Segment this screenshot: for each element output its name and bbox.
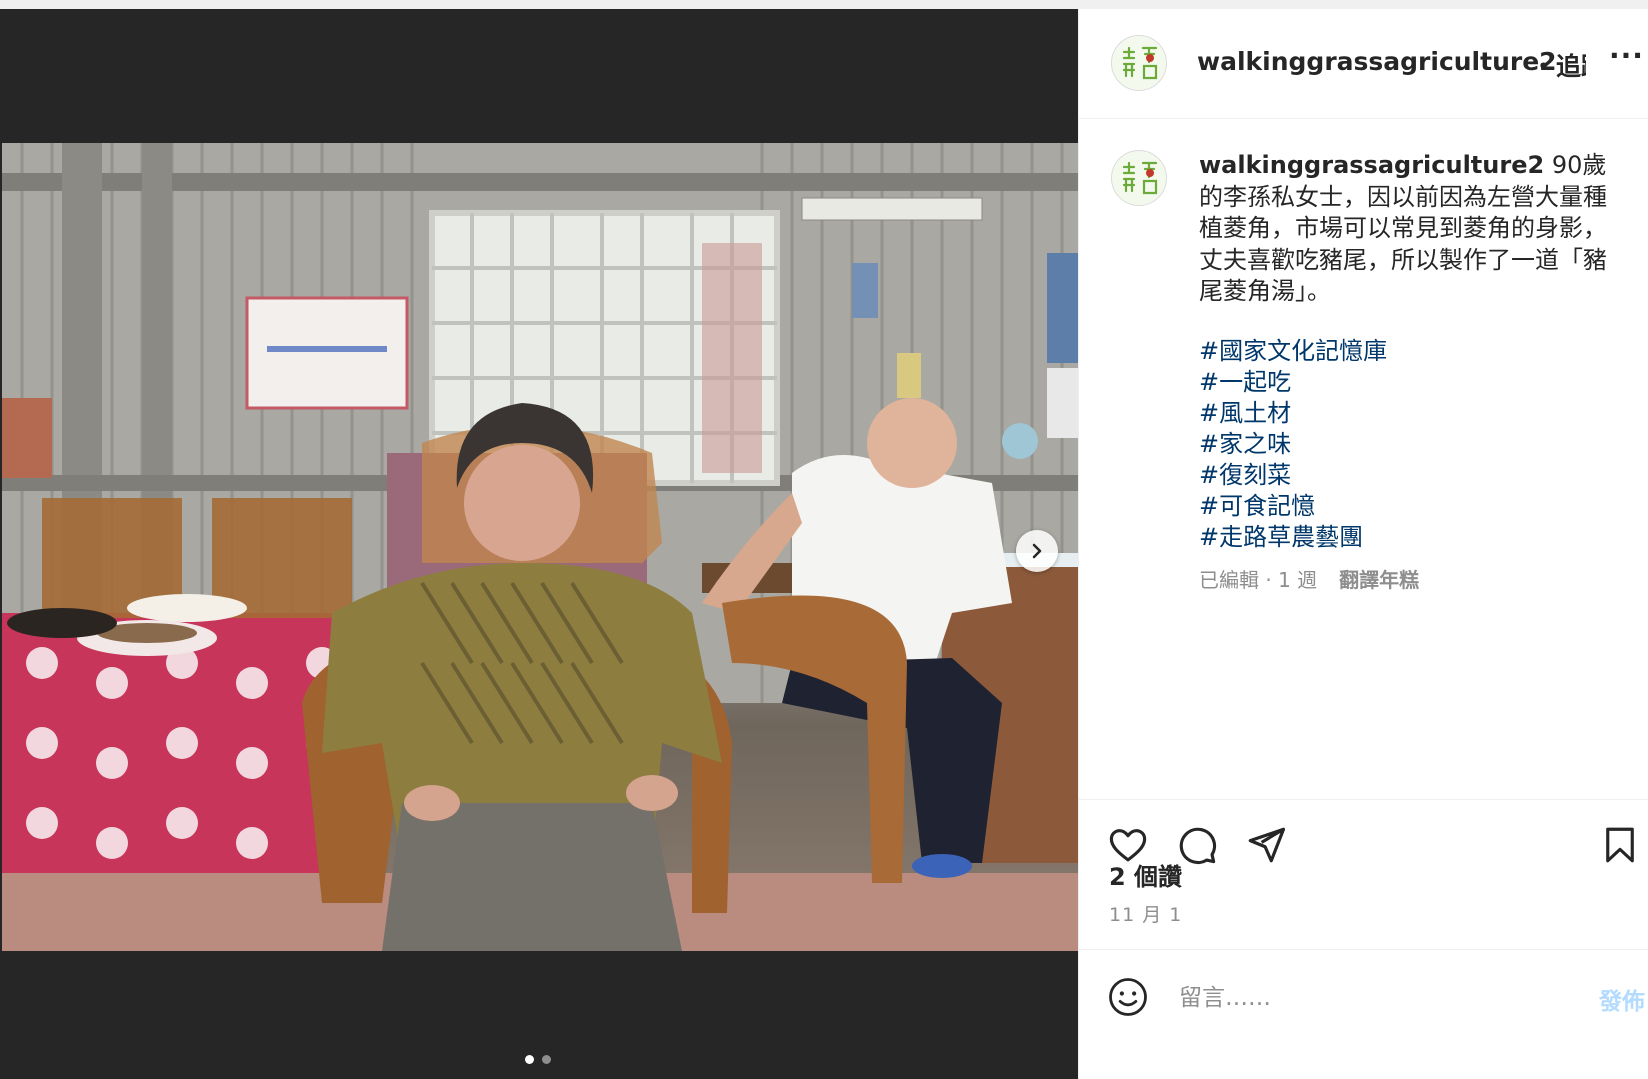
edited-timestamp: 已編輯 · 1 週 (1199, 568, 1318, 592)
comment-input[interactable] (1179, 980, 1559, 1016)
hashtag-list: #國家文化記憶庫 #一起吃 #風土材 #家之味 #復刻菜 #可食記憶 #走路草農… (1199, 336, 1387, 553)
translate-button[interactable]: 翻譯年糕 (1339, 568, 1419, 592)
post-photo (2, 143, 1078, 951)
browser-top-strip (0, 0, 1648, 9)
carousel-dot-1 (525, 1055, 534, 1064)
comment-bar: 發佈 (1079, 949, 1648, 1079)
photo-illustration (2, 143, 1078, 951)
profile-logo-icon (1122, 161, 1158, 195)
carousel-next-button[interactable] (1016, 530, 1058, 572)
hashtag-link[interactable]: #國家文化記憶庫 (1199, 336, 1387, 367)
carousel-dot-2 (542, 1055, 551, 1064)
hashtag-link[interactable]: #家之味 (1199, 429, 1387, 460)
chevron-right-icon (1032, 543, 1042, 559)
hashtag-link[interactable]: #一起吃 (1199, 367, 1387, 398)
caption-username[interactable]: walkinggrassagriculture2 (1199, 151, 1544, 179)
post-media (0, 9, 1078, 1079)
caption-avatar[interactable] (1111, 150, 1167, 206)
comment-bubble-icon (1179, 827, 1217, 865)
hashtag-link[interactable]: #復刻菜 (1199, 460, 1387, 491)
comment-button[interactable] (1176, 824, 1218, 870)
caption-section: walkinggrassagriculture2 90歲的李孫私女士，因以前因為… (1079, 120, 1648, 800)
post-author-username[interactable]: walkinggrassagriculture2 (1197, 47, 1557, 76)
share-button[interactable] (1245, 824, 1287, 870)
post-date[interactable]: 11 月 1 (1109, 900, 1182, 927)
follow-button[interactable]: ・追蹤 (1531, 47, 1586, 83)
save-button[interactable] (1599, 824, 1641, 870)
hashtag-link[interactable]: #可食記憶 (1199, 491, 1387, 522)
hashtag-link[interactable]: #風土材 (1199, 398, 1387, 429)
profile-logo-icon (1122, 46, 1158, 80)
post-caption: walkinggrassagriculture2 90歲的李孫私女士，因以前因為… (1199, 150, 1619, 308)
emoji-button[interactable] (1107, 976, 1149, 1022)
post-side-panel: walkinggrassagriculture2 ・追蹤 ··· walking… (1078, 9, 1648, 1079)
avatar[interactable] (1111, 35, 1167, 91)
post-header: walkinggrassagriculture2 ・追蹤 ··· (1079, 9, 1648, 119)
paper-plane-icon (1248, 827, 1286, 863)
emoji-icon (1109, 978, 1147, 1016)
like-count[interactable]: 2 個讚 (1109, 857, 1182, 892)
more-options-button[interactable]: ··· (1609, 39, 1644, 72)
carousel-indicator (525, 1055, 551, 1064)
caption-meta: 已編輯 · 1 週翻譯年糕 (1199, 564, 1419, 593)
post-comment-button[interactable]: 發佈 (1599, 982, 1645, 1016)
hashtag-link[interactable]: #走路草農藝團 (1199, 522, 1387, 553)
bookmark-icon (1606, 827, 1634, 863)
